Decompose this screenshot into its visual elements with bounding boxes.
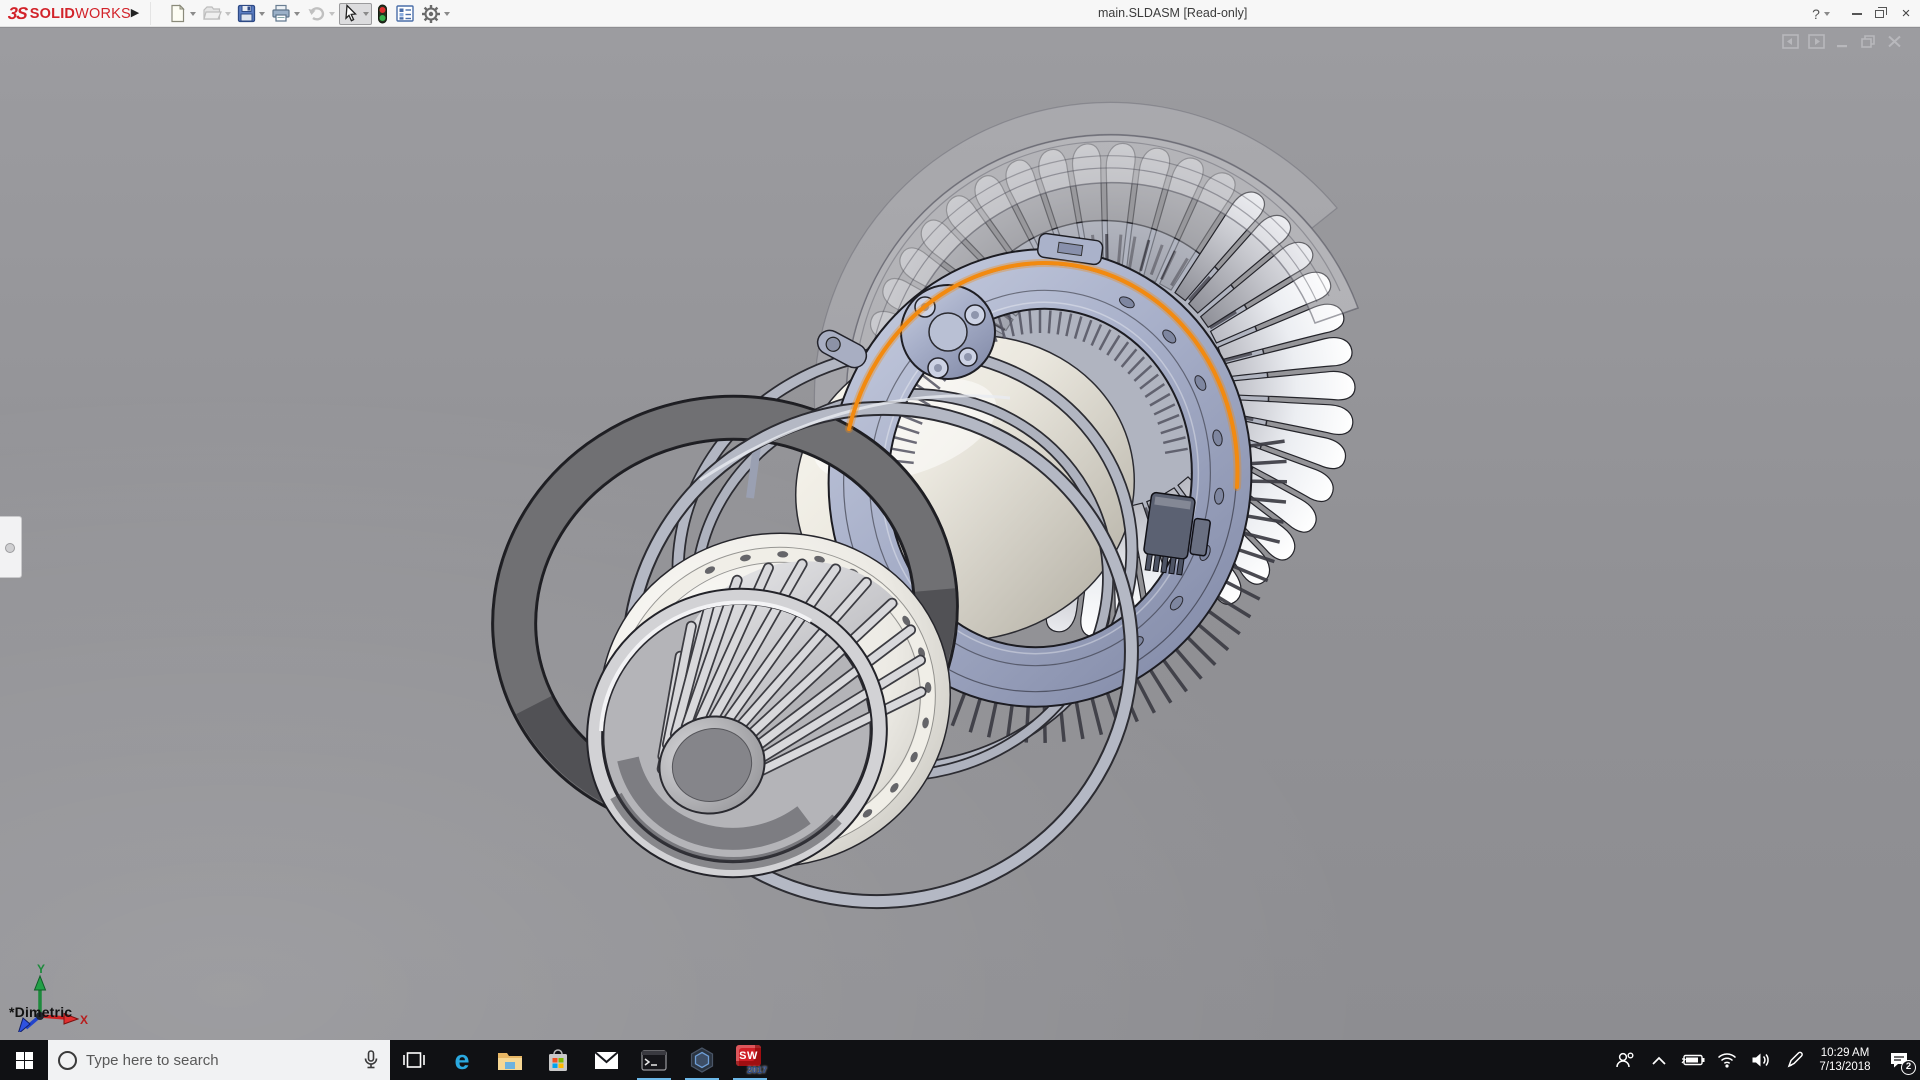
battery-button[interactable] <box>1676 1040 1710 1080</box>
start-button[interactable] <box>0 1040 48 1080</box>
wifi-button[interactable] <box>1710 1040 1744 1080</box>
hidden-icons-button[interactable] <box>1642 1040 1676 1080</box>
action-center-button[interactable]: 2 <box>1878 1040 1920 1080</box>
pane-right-icon[interactable] <box>1808 34 1825 49</box>
graphics-viewport[interactable]: Y X *Dimetric <box>0 28 1920 1040</box>
solidworks-2017-icon: SW 2017 <box>735 1045 765 1075</box>
save-icon <box>237 4 256 23</box>
solidworks-logo-mark: 3S <box>7 4 28 24</box>
store-icon <box>547 1049 569 1072</box>
chevron-up-icon <box>1652 1056 1666 1065</box>
pen-icon <box>1786 1051 1804 1069</box>
store-button[interactable] <box>534 1040 582 1080</box>
select-cursor-icon <box>342 4 360 23</box>
pane-left-icon[interactable] <box>1782 34 1799 49</box>
close-button[interactable]: × <box>1894 0 1918 27</box>
titlebar: 3S SOLID WORKS ▶ <box>0 0 1920 27</box>
display-options-icon <box>395 4 415 23</box>
settings-gear-button[interactable] <box>419 3 452 25</box>
print-icon <box>271 4 291 23</box>
cortana-icon <box>58 1051 77 1070</box>
rebuild-stoplight-button[interactable] <box>374 3 391 25</box>
command-prompt-icon <box>641 1050 667 1071</box>
search-input[interactable] <box>86 1052 364 1069</box>
undo-icon <box>306 4 326 23</box>
file-explorer-icon <box>497 1050 523 1071</box>
solidworks-logo: 3S SOLID WORKS <box>8 3 131 24</box>
restore-button[interactable] <box>1868 0 1890 27</box>
view-orientation-label: *Dimetric <box>9 1004 72 1020</box>
panel-tab-handle <box>5 543 15 553</box>
composer-button[interactable] <box>678 1040 726 1080</box>
stoplight-icon <box>376 4 389 24</box>
wifi-icon <box>1717 1052 1737 1068</box>
print-button[interactable] <box>269 3 302 25</box>
help-button[interactable]: ? <box>1806 0 1836 27</box>
save-button[interactable] <box>235 3 267 25</box>
menu-flyout-arrow-icon[interactable]: ▶ <box>128 4 142 22</box>
notification-badge: 2 <box>1901 1060 1916 1075</box>
feature-panel-tab[interactable] <box>0 516 22 578</box>
people-button[interactable] <box>1608 1040 1642 1080</box>
display-options-button[interactable] <box>393 3 417 25</box>
quick-access-toolbar <box>166 2 454 25</box>
undo-button[interactable] <box>304 3 337 25</box>
windows-taskbar: e <box>0 1040 1920 1080</box>
open-button[interactable] <box>200 3 233 25</box>
pen-button[interactable] <box>1778 1040 1812 1080</box>
edge-button[interactable]: e <box>438 1040 486 1080</box>
taskbar-apps: e <box>390 1040 774 1080</box>
command-prompt-button[interactable] <box>630 1040 678 1080</box>
document-window-controls <box>1782 34 1903 49</box>
solidworks-logo-works: WORKS <box>75 6 131 22</box>
composer-hexagon-icon <box>690 1047 714 1073</box>
open-icon <box>202 4 222 23</box>
triad-x-label: X <box>80 1013 88 1027</box>
system-tray: 10:29 AM 7/13/2018 2 <box>1608 1040 1920 1080</box>
task-view-button[interactable] <box>390 1040 438 1080</box>
viewport-3d-model[interactable] <box>0 28 1920 1040</box>
battery-charging-icon <box>1681 1053 1705 1067</box>
taskbar-search[interactable] <box>48 1040 390 1080</box>
solidworks-logo-solid: SOLID <box>30 6 75 22</box>
bolt-flange[interactable] <box>901 285 995 379</box>
file-explorer-button[interactable] <box>486 1040 534 1080</box>
solidworks-2017-button[interactable]: SW 2017 <box>726 1040 774 1080</box>
triad-y-label: Y <box>37 962 45 976</box>
gear-icon <box>421 4 441 24</box>
new-document-button[interactable] <box>166 3 198 25</box>
select-button[interactable] <box>339 3 372 25</box>
taskbar-clock[interactable]: 10:29 AM 7/13/2018 <box>1812 1046 1878 1074</box>
new-document-icon <box>168 4 187 23</box>
document-title: main.SLDASM [Read-only] <box>1098 0 1247 27</box>
volume-icon <box>1751 1052 1771 1068</box>
edge-icon: e <box>454 1047 469 1074</box>
clock-time: 10:29 AM <box>1812 1046 1878 1060</box>
clock-date: 7/13/2018 <box>1812 1060 1878 1074</box>
minimize-button[interactable] <box>1846 0 1868 27</box>
mail-icon <box>594 1051 619 1070</box>
doc-minimize-icon[interactable] <box>1834 34 1851 49</box>
doc-restore-icon[interactable] <box>1860 34 1877 49</box>
task-view-icon <box>403 1051 425 1069</box>
mail-button[interactable] <box>582 1040 630 1080</box>
windows-logo-icon <box>16 1052 33 1069</box>
microphone-icon[interactable] <box>364 1050 378 1070</box>
toolbar-separator <box>150 2 151 25</box>
volume-button[interactable] <box>1744 1040 1778 1080</box>
doc-close-icon[interactable] <box>1886 34 1903 49</box>
people-icon <box>1615 1051 1635 1069</box>
